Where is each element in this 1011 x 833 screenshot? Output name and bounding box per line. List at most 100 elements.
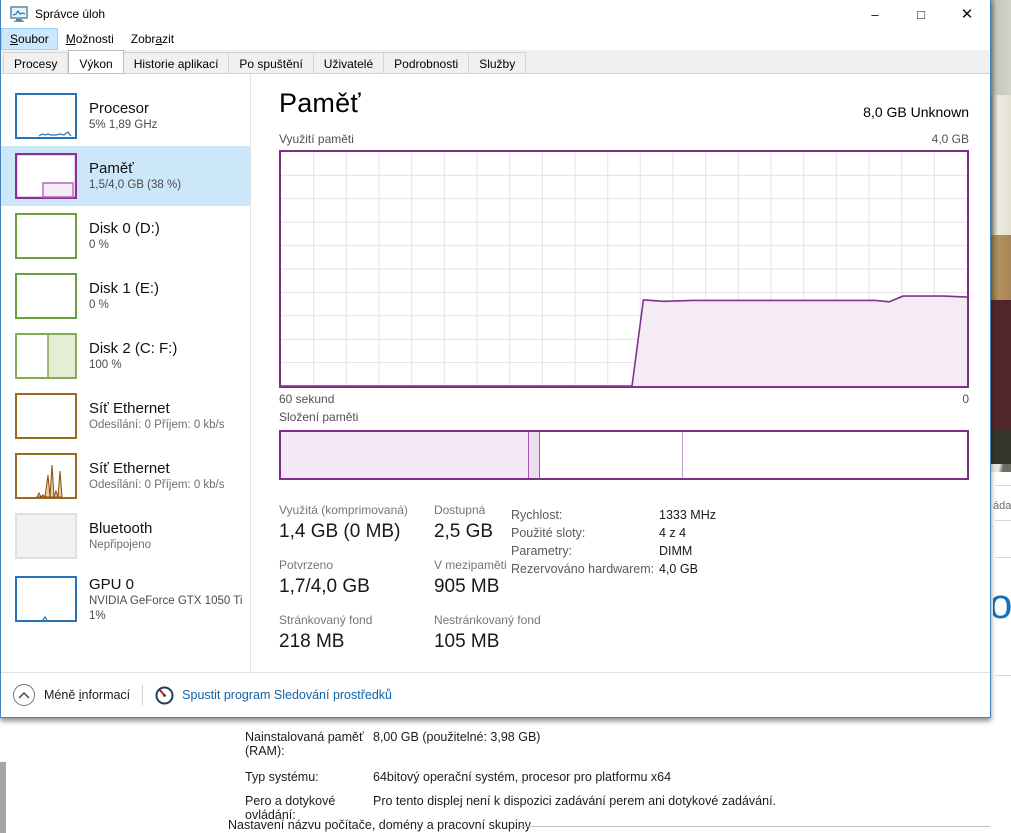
sidebar-item-memory[interactable]: Paměť 1,5/4,0 GB (38 %) bbox=[1, 146, 250, 206]
tab-vykon[interactable]: Výkon bbox=[68, 50, 124, 74]
memory-capacity: 8,0 GB Unknown bbox=[863, 104, 969, 120]
sidebar-item-disk1[interactable]: Disk 1 (E:) 0 % bbox=[1, 266, 250, 326]
taskmanager-footer: Méně informací Spustit program Sledování… bbox=[1, 672, 990, 717]
system-info-row: Nainstalovaná paměť (RAM): 8,00 GB (použ… bbox=[245, 730, 540, 758]
titlebar[interactable]: Správce úloh – □ ✕ bbox=[1, 0, 990, 28]
disk1-mini-graph bbox=[15, 273, 77, 319]
sidebar-item-title: Disk 2 (C: F:) bbox=[89, 340, 178, 357]
resource-monitor-icon bbox=[155, 686, 174, 704]
menubar: Soubor Možnosti Zobrazit bbox=[1, 28, 990, 50]
cpu-mini-graph bbox=[15, 93, 77, 139]
divider bbox=[520, 826, 990, 827]
sidebar-item-sub2: 1% bbox=[89, 609, 106, 622]
sidebar-item-sub: 100 % bbox=[89, 359, 122, 371]
sidebar-item-sub: Nepřipojeno bbox=[89, 539, 152, 551]
stat-used: Využitá (komprimovaná) 1,4 GB (0 MB) bbox=[279, 503, 408, 542]
sidebar-item-disk0[interactable]: Disk 0 (D:) 0 % bbox=[1, 206, 250, 266]
less-info-button[interactable]: Méně informací bbox=[13, 684, 130, 706]
sidebar-item-title: Disk 0 (D:) bbox=[89, 220, 160, 237]
background-window-edge bbox=[0, 762, 6, 833]
composition-segment-modified[interactable] bbox=[528, 432, 540, 478]
sidebar-item-ethernet2[interactable]: Síť Ethernet Odesílání: 0 Příjem: 0 kb/s bbox=[1, 446, 250, 506]
sidebar-item-bluetooth[interactable]: Bluetooth Nepřipojeno bbox=[1, 506, 250, 566]
page-title: Paměť bbox=[279, 88, 361, 118]
sidebar-item-sub: 0 % bbox=[89, 239, 109, 251]
stat-nonpaged-pool: Nestránkovaný fond 105 MB bbox=[433, 613, 541, 652]
sidebar-item-title: Procesor bbox=[89, 100, 150, 117]
fragment-text: áda bbox=[993, 500, 1011, 512]
info-slots: Použité sloty: 4 z 4 bbox=[511, 526, 687, 540]
memory-usage-chart[interactable] bbox=[279, 150, 969, 388]
divider bbox=[995, 557, 1011, 558]
system-control-panel: Nainstalovaná paměť (RAM): 8,00 GB (použ… bbox=[0, 718, 1011, 833]
sidebar-item-title: Síť Ethernet bbox=[89, 460, 170, 477]
divider bbox=[142, 685, 144, 705]
memory-stats: Využitá (komprimovaná) 1,4 GB (0 MB) Dos… bbox=[279, 502, 541, 667]
sidebar-item-sub: Odesílání: 0 Příjem: 0 kb/s bbox=[89, 419, 225, 431]
disk0-mini-graph bbox=[15, 213, 77, 259]
sidebar-item-disk2[interactable]: Disk 2 (C: F:) 100 % bbox=[1, 326, 250, 386]
photo-band bbox=[991, 95, 1011, 235]
background-window-fragment: áda ow bbox=[993, 472, 1011, 718]
sidebar-item-sub: 1,5/4,0 GB (38 %) bbox=[89, 179, 182, 191]
tab-sluzby[interactable]: Služby bbox=[469, 52, 527, 73]
memory-composition-bar[interactable] bbox=[279, 430, 969, 480]
composition-segment-standby[interactable] bbox=[539, 432, 683, 478]
sidebar-item-sub: 5% 1,89 GHz bbox=[89, 119, 158, 131]
sidebar-item-title: Bluetooth bbox=[89, 520, 153, 537]
divider bbox=[995, 520, 1011, 521]
stat-paged-pool: Stránkovaný fond 218 MB bbox=[279, 613, 373, 652]
system-info-value: 64bitový operační systém, procesor pro p… bbox=[373, 770, 672, 784]
axis-right-label: 0 bbox=[962, 392, 969, 406]
open-resource-monitor-link[interactable]: Spustit program Sledování prostředků bbox=[155, 686, 392, 705]
sidebar-item-cpu[interactable]: Procesor 5% 1,89 GHz bbox=[1, 86, 250, 146]
memory-hardware-info: Rychlost: 1333 MHz Použité sloty: 4 z 4 … bbox=[511, 506, 716, 578]
system-info-row: Typ systému: 64bitový operační systém, p… bbox=[245, 770, 671, 784]
menu-soubor[interactable]: Soubor bbox=[1, 28, 58, 50]
resource-monitor-label: Spustit program Sledování prostředků bbox=[182, 688, 393, 702]
sidebar-item-gpu0[interactable]: GPU 0 NVIDIA GeForce GTX 1050 Ti 1% bbox=[1, 566, 250, 632]
task-manager-icon bbox=[10, 6, 28, 22]
system-section-title: Nastavení názvu počítače, domény a praco… bbox=[228, 818, 531, 832]
memory-detail-panel: Paměť 8,0 GB Unknown Využití paměti 4,0 … bbox=[251, 74, 992, 672]
background-photo: ar bbox=[991, 0, 1011, 472]
maximize-button[interactable]: □ bbox=[898, 0, 944, 28]
stat-committed: Potvrzeno 1,7/4,0 GB bbox=[279, 558, 370, 597]
menu-moznosti[interactable]: Možnosti bbox=[58, 29, 122, 49]
divider bbox=[995, 675, 1011, 676]
menu-zobrazit[interactable]: Zobrazit bbox=[123, 29, 182, 49]
close-button[interactable]: ✕ bbox=[944, 0, 990, 28]
composition-label: Složení paměti bbox=[279, 410, 359, 424]
system-info-label: Nainstalovaná paměť (RAM): bbox=[245, 730, 364, 758]
tab-uzivatele[interactable]: Uživatelé bbox=[313, 52, 385, 73]
photo-band bbox=[991, 430, 1011, 464]
sidebar-item-title: Síť Ethernet bbox=[89, 400, 170, 417]
sidebar-item-ethernet1[interactable]: Síť Ethernet Odesílání: 0 Příjem: 0 kb/s bbox=[1, 386, 250, 446]
system-info-label: Typ systému: bbox=[245, 770, 319, 784]
ethernet1-mini-graph bbox=[15, 393, 77, 439]
divider bbox=[995, 485, 1011, 486]
sidebar-item-sub: NVIDIA GeForce GTX 1050 Ti bbox=[89, 594, 243, 607]
tab-po-spusteni[interactable]: Po spuštění bbox=[229, 52, 314, 73]
tab-procesy[interactable]: Procesy bbox=[3, 52, 69, 73]
composition-segment-inuse[interactable] bbox=[281, 432, 529, 478]
sidebar-item-title: Disk 1 (E:) bbox=[89, 280, 160, 297]
performance-sidebar: Procesor 5% 1,89 GHz Paměť 1,5/4,0 GB (3… bbox=[1, 74, 251, 672]
system-info-value: 8,00 GB (použitelné: 3,98 GB) bbox=[373, 730, 541, 744]
photo-band bbox=[991, 0, 1011, 95]
sidebar-item-sub: Odesílání: 0 Příjem: 0 kb/s bbox=[89, 479, 225, 491]
axis-left-label: 60 sekund bbox=[279, 392, 335, 406]
disk2-mini-graph bbox=[15, 333, 77, 379]
photo-band: ar bbox=[991, 300, 1011, 430]
info-speed: Rychlost: 1333 MHz bbox=[511, 508, 716, 522]
minimize-button[interactable]: – bbox=[852, 0, 898, 28]
bluetooth-mini-graph bbox=[15, 513, 77, 559]
usage-chart-label: Využití paměti bbox=[279, 132, 354, 146]
tab-historie-aplikaci[interactable]: Historie aplikací bbox=[123, 52, 230, 73]
task-manager-window: Správce úloh – □ ✕ Soubor Možnosti Zobra… bbox=[0, 0, 991, 718]
composition-segment-free[interactable] bbox=[682, 432, 967, 478]
windows-logo-text-fragment: ow bbox=[993, 580, 1011, 627]
tab-podrobnosti[interactable]: Podrobnosti bbox=[384, 52, 470, 73]
photo-band bbox=[991, 235, 1011, 300]
tabbar: Procesy Výkon Historie aplikací Po spušt… bbox=[1, 50, 990, 74]
